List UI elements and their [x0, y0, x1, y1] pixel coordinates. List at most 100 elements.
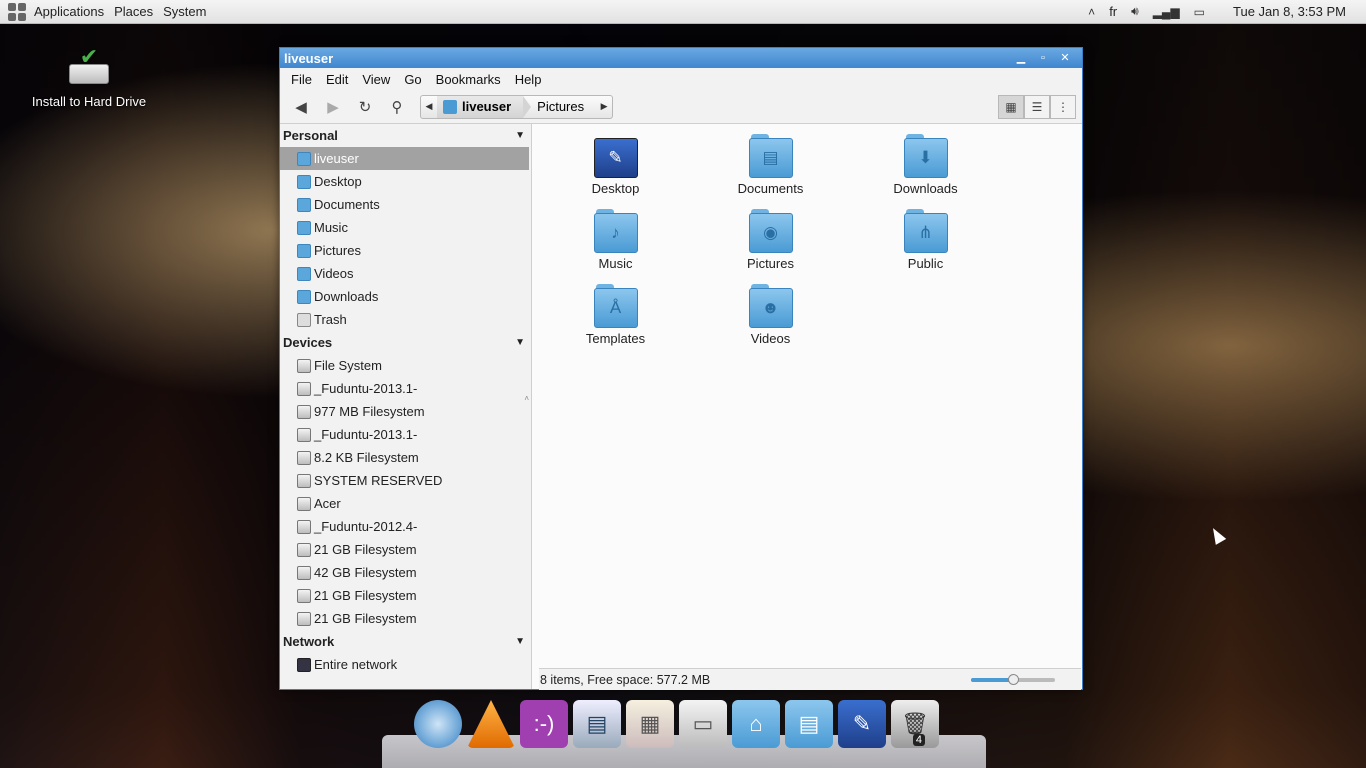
sidebar-item-trash[interactable]: Trash	[280, 308, 531, 331]
sidebar-item-music[interactable]: Music	[280, 216, 531, 239]
sidebar-device[interactable]: 977 MB Filesystem	[280, 400, 531, 423]
file-item-downloads[interactable]: ⬇ Downloads	[848, 134, 1003, 209]
vlc-launcher-icon[interactable]	[467, 700, 515, 748]
sidebar-device[interactable]: 21 GB Filesystem	[280, 584, 531, 607]
menu-logo-icon[interactable]	[8, 2, 26, 21]
file-item-music[interactable]: ♪ Music	[538, 209, 693, 284]
collapse-icon[interactable]: ▼	[515, 636, 525, 647]
menu-applications[interactable]: Applications	[32, 4, 112, 19]
file-item-videos[interactable]: ☻ Videos	[693, 284, 848, 359]
signal-icon[interactable]: ▂▄▆	[1153, 5, 1180, 19]
public-folder-icon: ⋔	[903, 209, 948, 253]
sidebar-item-documents[interactable]: Documents	[280, 193, 531, 216]
back-icon[interactable]: ◀	[288, 94, 314, 120]
downloads-folder-icon: ⬇	[903, 134, 948, 178]
maximize-icon[interactable]: ▫	[1034, 51, 1052, 65]
install-to-hard-drive-launcher[interactable]: ✔ Install to Hard Drive	[30, 46, 148, 110]
clock[interactable]: Tue Jan 8, 3:53 PM	[1233, 4, 1346, 19]
zoom-fill	[971, 677, 1013, 682]
list-view-icon[interactable]: ☰	[1024, 94, 1050, 119]
sidebar-item-entire-network[interactable]: Entire network	[280, 653, 531, 676]
sidebar-device[interactable]: 8.2 KB Filesystem	[280, 446, 531, 469]
sidebar-device[interactable]: _Fuduntu-2013.1-	[280, 423, 531, 446]
chat-launcher-icon[interactable]: :-)	[520, 700, 568, 748]
sidebar-device[interactable]: _Fuduntu-2013.1-	[280, 377, 531, 400]
battery-icon[interactable]: ▭	[1194, 5, 1205, 19]
view-switcher: ▦ ☰ ⋮	[998, 94, 1076, 119]
image-viewer-launcher-icon[interactable]: ▦	[626, 700, 674, 748]
sidebar-item-videos[interactable]: Videos	[280, 262, 531, 285]
statusbar: 8 items, Free space: 577.2 MB	[539, 668, 1081, 690]
file-item-public[interactable]: ⋔ Public	[848, 209, 1003, 284]
sidebar-item-pictures[interactable]: Pictures	[280, 239, 531, 262]
menu-help[interactable]: Help	[508, 72, 549, 87]
file-item-pictures[interactable]: ◉ Pictures	[693, 209, 848, 284]
volume-icon[interactable]: 🔊︎	[1131, 4, 1139, 19]
menu-bookmarks[interactable]: Bookmarks	[429, 72, 508, 87]
sidebar-device[interactable]: File System	[280, 354, 531, 377]
file-name: Documents	[737, 181, 804, 196]
sidebar-scroll-indicator[interactable]: ˄	[524, 394, 529, 403]
collapse-icon[interactable]: ▼	[515, 337, 525, 348]
file-item-desktop[interactable]: ✎ Desktop	[538, 134, 693, 209]
desktop-folder-icon: ✎	[593, 134, 638, 178]
drive-icon	[297, 496, 311, 511]
sidebar-device[interactable]: 21 GB Filesystem	[280, 538, 531, 561]
crumb-liveuser[interactable]: liveuser	[437, 95, 524, 118]
sidebar-device[interactable]: 42 GB Filesystem	[280, 561, 531, 584]
music-folder-icon: ♪	[593, 209, 638, 253]
zoom-slider[interactable]	[971, 673, 1055, 685]
sidebar-item-label: Pictures	[314, 243, 361, 258]
file-cabinet-launcher-icon[interactable]: ▭	[679, 700, 727, 748]
sidebar-item-desktop[interactable]: Desktop	[280, 170, 531, 193]
home-folder-launcher-icon[interactable]: ⌂	[732, 700, 780, 748]
reload-icon[interactable]: ↻	[352, 94, 378, 120]
section-network[interactable]: Network ▼	[280, 630, 531, 653]
compact-view-icon[interactable]: ⋮	[1050, 94, 1076, 119]
documents-launcher-icon[interactable]: ▤	[785, 700, 833, 748]
section-network-label: Network	[283, 634, 335, 649]
zoom-handle[interactable]	[1008, 673, 1019, 685]
menu-edit[interactable]: Edit	[319, 72, 355, 87]
menu-places[interactable]: Places	[112, 4, 161, 19]
sidebar-item-label: Desktop	[314, 174, 362, 189]
search-icon[interactable]: ⚲	[384, 94, 410, 120]
path-left-arrow-icon[interactable]: ◀	[421, 101, 437, 112]
sidebar-device[interactable]: 21 GB Filesystem	[280, 607, 531, 630]
music-folder-icon	[297, 220, 311, 235]
tray-expand-icon[interactable]: ˄	[1088, 5, 1095, 19]
home-folder-icon	[297, 151, 311, 166]
icon-view-icon[interactable]: ▦	[998, 94, 1024, 119]
sidebar-device[interactable]: _Fuduntu-2012.4-	[280, 515, 531, 538]
section-devices[interactable]: Devices ▼	[280, 331, 531, 354]
crumb-liveuser-label: liveuser	[462, 99, 512, 114]
menu-file[interactable]: File	[284, 72, 319, 87]
menu-view[interactable]: View	[355, 72, 397, 87]
menu-go[interactable]: Go	[397, 72, 428, 87]
minimize-icon[interactable]: ▁	[1012, 51, 1030, 65]
crumb-pictures[interactable]: Pictures	[531, 96, 596, 118]
collapse-icon[interactable]: ▼	[515, 130, 525, 141]
file-item-templates[interactable]: Å Templates	[538, 284, 693, 359]
sidebar-device[interactable]: SYSTEM RESERVED	[280, 469, 531, 492]
desktop-launcher-icon[interactable]: ✎	[838, 700, 886, 748]
dock: :-) ▤ ▦ ▭ ⌂ ▤ ✎ 🗑︎ 4	[414, 700, 939, 748]
path-right-arrow-icon[interactable]: ▶	[596, 101, 612, 112]
videos-folder-icon	[297, 266, 311, 281]
sidebar-device[interactable]: Acer	[280, 492, 531, 515]
browser-launcher-icon[interactable]	[414, 700, 462, 748]
forward-icon[interactable]: ▶	[320, 94, 346, 120]
sidebar-item-label: Entire network	[314, 657, 398, 672]
top-panel: Applications Places System ˄ fr 🔊︎ ▂▄▆ ▭…	[0, 0, 1366, 24]
writer-launcher-icon[interactable]: ▤	[573, 700, 621, 748]
close-icon[interactable]: ✕	[1056, 51, 1074, 65]
file-item-documents[interactable]: ▤ Documents	[693, 134, 848, 209]
keyboard-layout[interactable]: fr	[1109, 4, 1117, 19]
trash-launcher-icon[interactable]: 🗑︎ 4	[891, 700, 939, 748]
sidebar-item-downloads[interactable]: Downloads	[280, 285, 531, 308]
section-personal[interactable]: Personal ▼	[280, 124, 531, 147]
window-titlebar[interactable]: liveuser ▁ ▫ ✕	[280, 48, 1082, 68]
pictures-folder-icon: ◉	[748, 209, 793, 253]
sidebar-item-liveuser[interactable]: liveuser	[280, 147, 529, 170]
menu-system[interactable]: System	[161, 4, 214, 19]
